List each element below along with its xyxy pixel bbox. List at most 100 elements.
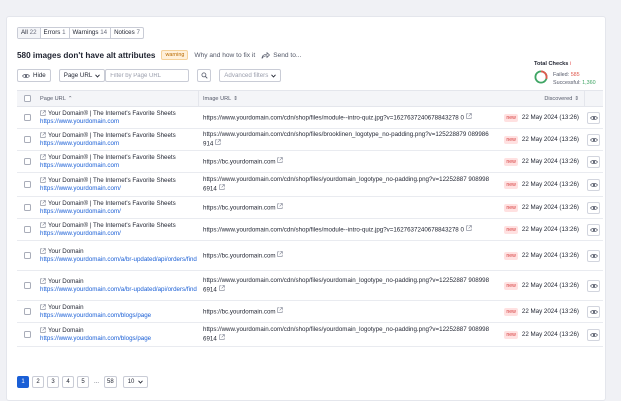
hide-button[interactable]: Hide bbox=[17, 69, 51, 82]
eye-icon bbox=[589, 283, 598, 288]
page-button-2[interactable]: 2 bbox=[32, 376, 44, 388]
issue-tab-errors[interactable]: Errors 1 bbox=[41, 28, 70, 38]
page-cell: Your Domain® | The Internet's Favorite S… bbox=[37, 222, 199, 238]
external-link-icon[interactable] bbox=[40, 132, 46, 138]
view-details-button[interactable] bbox=[587, 223, 600, 236]
page-title: Your Domain® | The Internet's Favorite S… bbox=[48, 199, 176, 207]
page-title: Your Domain® | The Internet's Favorite S… bbox=[48, 176, 176, 184]
page-cell: Your Domain https://www.yourdomain.com/bl… bbox=[37, 327, 199, 343]
image-url-text: https://bc.yourdomain.com bbox=[203, 204, 276, 212]
external-link-icon[interactable] bbox=[277, 203, 284, 210]
page-url-link[interactable]: https://www.yourdomain.com/a/br-updated/… bbox=[40, 286, 199, 293]
view-details-button[interactable] bbox=[587, 279, 600, 292]
row-checkbox[interactable] bbox=[23, 252, 31, 259]
eye-icon bbox=[589, 137, 598, 142]
issue-report-card: All 22 Errors 1 Warnings 14 Notices 7 580 i… bbox=[6, 16, 606, 401]
view-details-button[interactable] bbox=[587, 249, 600, 262]
external-link-icon[interactable] bbox=[465, 225, 472, 232]
pagination-ellipsis: ... bbox=[94, 379, 100, 385]
discovered-date: 22 May 2024 (13:26) bbox=[521, 226, 579, 233]
page-cell: Your Domain® | The Internet's Favorite S… bbox=[37, 177, 199, 193]
external-link-icon[interactable] bbox=[277, 157, 284, 164]
filter-field-select[interactable]: Page URL bbox=[58, 69, 106, 82]
external-link-icon[interactable] bbox=[40, 177, 46, 183]
page-button-4[interactable]: 4 bbox=[62, 376, 74, 388]
info-icon[interactable]: i bbox=[570, 61, 571, 67]
row-checkbox[interactable] bbox=[23, 181, 31, 188]
discovered-date: 22 May 2024 (13:26) bbox=[521, 136, 579, 143]
external-link-icon[interactable] bbox=[215, 139, 221, 145]
discovered-date: 22 May 2024 (13:26) bbox=[521, 331, 579, 338]
image-url-cell: https://www.yourdomain.com/cdn/shop/file… bbox=[199, 176, 494, 193]
page-url-link[interactable]: https://www.yourdomain.com bbox=[40, 162, 199, 169]
external-link-icon[interactable] bbox=[40, 304, 46, 310]
image-url-cell: https://www.yourdomain.com/cdn/shop/file… bbox=[199, 131, 494, 148]
discovered-date: 22 May 2024 (13:26) bbox=[521, 114, 579, 121]
page-url-link[interactable]: https://www.yourdomain.com/blogs/page bbox=[40, 335, 199, 342]
page-cell: Your Domain https://www.yourdomain.com/a/… bbox=[37, 248, 199, 264]
page-url-link[interactable]: https://www.yourdomain.com/ bbox=[40, 208, 199, 215]
row-checkbox[interactable] bbox=[23, 226, 31, 233]
external-link-icon[interactable] bbox=[218, 285, 225, 291]
page-button-5[interactable]: 5 bbox=[77, 376, 89, 388]
page-url-link[interactable]: https://www.yourdomain.com/ bbox=[40, 230, 199, 237]
eye-icon bbox=[589, 115, 598, 120]
external-link-icon[interactable] bbox=[465, 113, 472, 120]
new-badge: new bbox=[504, 135, 518, 144]
issue-tab-all[interactable]: All 22 bbox=[18, 28, 41, 38]
view-details-button[interactable] bbox=[587, 201, 600, 214]
page-url-link[interactable]: https://www.yourdomain.com/ bbox=[40, 185, 199, 192]
external-link-icon[interactable] bbox=[277, 251, 284, 258]
advanced-filters-select[interactable]: Advanced filters bbox=[219, 69, 282, 82]
view-details-button[interactable] bbox=[587, 133, 600, 146]
view-details-button[interactable] bbox=[587, 111, 600, 124]
external-link-icon[interactable] bbox=[40, 278, 46, 284]
external-link-icon[interactable] bbox=[40, 222, 46, 228]
severity-badge: warning bbox=[161, 50, 189, 60]
view-details-button[interactable] bbox=[587, 178, 600, 191]
external-link-icon[interactable] bbox=[40, 200, 46, 206]
discovered-column-header[interactable]: Discovered ⇕ bbox=[494, 91, 584, 106]
view-details-button[interactable] bbox=[587, 155, 600, 168]
select-all-checkbox[interactable] bbox=[23, 95, 31, 102]
row-checkbox[interactable] bbox=[23, 158, 31, 165]
external-link-icon[interactable] bbox=[277, 307, 284, 314]
page-title: Your Domain bbox=[48, 277, 84, 285]
page-button-1[interactable]: 1 bbox=[17, 376, 29, 388]
issues-table: Page URL ⌃ Image URL ⇕ Discovered ⇕ Your… bbox=[17, 90, 603, 347]
row-checkbox[interactable] bbox=[23, 331, 31, 338]
external-link-icon[interactable] bbox=[40, 248, 46, 254]
page-url-link[interactable]: https://www.yourdomain.com/blogs/page bbox=[40, 312, 199, 319]
new-badge: new bbox=[504, 203, 518, 212]
issue-tab-warnings[interactable]: Warnings 14 bbox=[70, 28, 112, 38]
external-link-icon[interactable] bbox=[40, 110, 46, 116]
table-row: Your Domain® | The Internet's Favorite S… bbox=[17, 197, 603, 219]
row-checkbox[interactable] bbox=[23, 204, 31, 211]
image-url-cell: https://www.yourdomain.com/cdn/shop/file… bbox=[199, 225, 494, 234]
row-checkbox[interactable] bbox=[23, 114, 31, 121]
page-button-3[interactable]: 3 bbox=[47, 376, 59, 388]
filter-input[interactable] bbox=[105, 69, 190, 82]
row-checkbox[interactable] bbox=[23, 282, 31, 289]
external-link-icon[interactable] bbox=[40, 327, 46, 333]
issue-tab-notices[interactable]: Notices 7 bbox=[111, 28, 143, 38]
send-to-button[interactable]: Send to... bbox=[261, 51, 301, 59]
row-checkbox[interactable] bbox=[23, 136, 31, 143]
view-details-button[interactable] bbox=[587, 305, 600, 318]
page-button-last[interactable]: 58 bbox=[104, 376, 117, 388]
discovered-header-label: Discovered bbox=[544, 95, 573, 102]
page-url-column-header[interactable]: Page URL ⌃ bbox=[37, 91, 199, 106]
row-checkbox[interactable] bbox=[23, 308, 31, 315]
external-link-icon[interactable] bbox=[218, 184, 225, 190]
why-how-to-fix-link[interactable]: Why and how to fix it bbox=[194, 52, 255, 59]
image-url-column-header[interactable]: Image URL ⇕ bbox=[199, 91, 494, 106]
page-url-link[interactable]: https://www.yourdomain.com bbox=[40, 140, 199, 147]
search-button[interactable] bbox=[197, 69, 212, 82]
discovered-date: 22 May 2024 (13:26) bbox=[521, 181, 579, 188]
view-details-button[interactable] bbox=[587, 328, 600, 341]
page-url-link[interactable]: https://www.yourdomain.com bbox=[40, 118, 199, 125]
external-link-icon[interactable] bbox=[40, 154, 46, 160]
page-url-link[interactable]: https://www.yourdomain.com/a/br-updated/… bbox=[40, 256, 199, 263]
per-page-select[interactable]: 10 bbox=[122, 376, 149, 388]
external-link-icon[interactable] bbox=[218, 334, 225, 340]
